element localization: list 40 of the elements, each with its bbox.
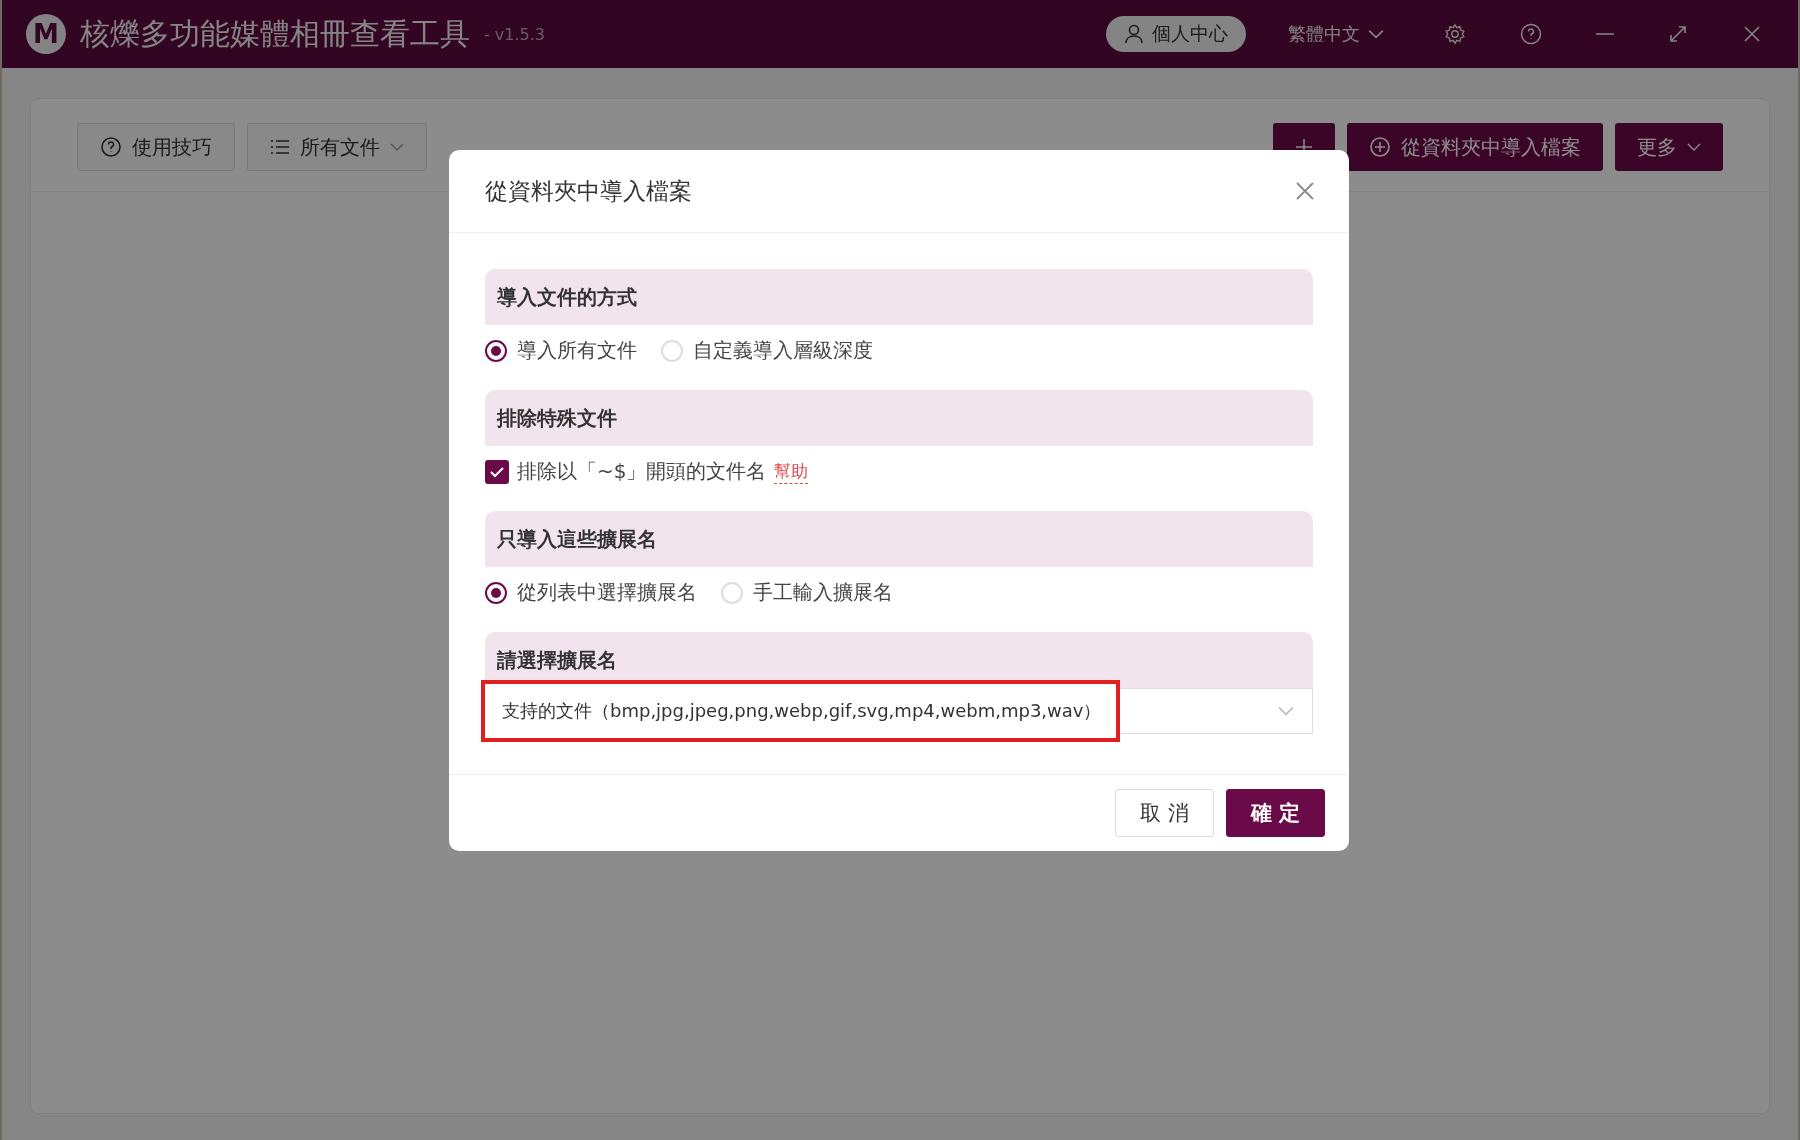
help-link[interactable]: 幫助 bbox=[774, 459, 809, 484]
plus-circle-icon bbox=[1369, 136, 1391, 158]
section-heading: 排除特殊文件 bbox=[485, 390, 1313, 446]
language-dropdown[interactable]: 繁體中文 bbox=[1282, 21, 1390, 47]
section-heading: 只導入這些擴展名 bbox=[485, 511, 1313, 567]
close-button[interactable] bbox=[1295, 181, 1315, 201]
import-folder-button[interactable]: 從資料夾中導入檔案 bbox=[1347, 123, 1603, 171]
app-version: - v1.5.3 bbox=[484, 24, 546, 44]
more-dropdown[interactable]: 更多 bbox=[1615, 123, 1723, 171]
app-title: 核爍多功能媒體相冊查看工具 bbox=[80, 14, 470, 53]
option-label: 排除以「~$」開頭的文件名 bbox=[517, 458, 767, 485]
section-heading: 導入文件的方式 bbox=[485, 269, 1313, 325]
tips-button[interactable]: 使用技巧 bbox=[77, 123, 235, 171]
radio-option[interactable]: 自定義導入層級深度 bbox=[661, 337, 873, 364]
option-label: 手工輸入擴展名 bbox=[753, 579, 893, 606]
minimize-icon bbox=[1596, 33, 1614, 35]
user-center-button[interactable]: 個人中心 bbox=[1106, 16, 1246, 52]
confirm-button[interactable]: 確 定 bbox=[1225, 789, 1325, 837]
checkbox[interactable] bbox=[485, 459, 509, 484]
list-icon bbox=[270, 138, 290, 156]
option-label: 從列表中選擇擴展名 bbox=[517, 579, 697, 606]
radio-option[interactable]: 導入所有文件 bbox=[485, 337, 637, 364]
filter-dropdown[interactable]: 所有文件 bbox=[247, 123, 427, 171]
close-icon bbox=[1742, 24, 1762, 44]
help-icon bbox=[100, 136, 122, 158]
extension-select[interactable]: 支持的文件（bmp,jpg,jpeg,png,webp,gif,svg,mp4,webm,mp3,wav） bbox=[481, 680, 1313, 742]
radio-option[interactable]: 手工輸入擴展名 bbox=[721, 579, 893, 606]
check-icon bbox=[490, 465, 504, 478]
cancel-button[interactable]: 取 消 bbox=[1115, 789, 1214, 837]
settings-icon bbox=[1444, 23, 1466, 45]
expand-icon bbox=[1668, 24, 1688, 44]
close-icon bbox=[1295, 181, 1315, 201]
select-value: 支持的文件（bmp,jpg,jpeg,png,webp,gif,svg,mp4,webm,mp3,wav） bbox=[502, 699, 1102, 723]
help-icon bbox=[1520, 23, 1542, 45]
dialog-title: 從資料夾中導入檔案 bbox=[485, 176, 692, 206]
app-logo: M bbox=[26, 14, 66, 54]
option-label: 自定義導入層級深度 bbox=[693, 337, 873, 364]
radio-option[interactable]: 從列表中選擇擴展名 bbox=[485, 579, 697, 606]
option-label: 導入所有文件 bbox=[517, 337, 637, 364]
user-icon bbox=[1124, 24, 1144, 44]
